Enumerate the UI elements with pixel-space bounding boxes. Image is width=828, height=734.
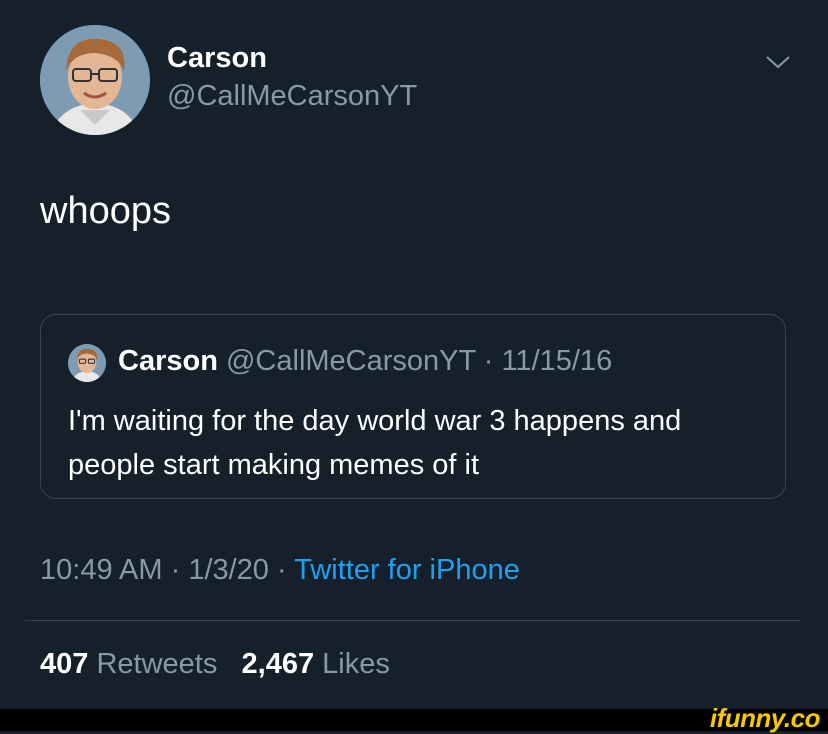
- tweet-time: 10:49 AM: [40, 554, 163, 586]
- chevron-down-icon[interactable]: [764, 52, 792, 72]
- author-name[interactable]: Carson: [167, 42, 267, 75]
- quoted-tweet-header: Carson @CallMeCarsonYT · 11/15/16: [118, 345, 612, 378]
- tweet-date: 1/3/20: [188, 554, 269, 586]
- meta-separator: ·: [162, 554, 189, 586]
- ifunny-watermark: ifunny.co: [709, 703, 821, 733]
- likes-count: 2,467: [241, 648, 315, 680]
- retweets-stat[interactable]: 407 Retweets: [40, 648, 217, 680]
- likes-stat[interactable]: 2,467 Likes: [242, 648, 390, 680]
- quoted-author-name: Carson: [118, 345, 218, 377]
- quoted-tweet-card[interactable]: Carson @CallMeCarsonYT · 11/15/16 I'm wa…: [40, 314, 786, 499]
- author-avatar[interactable]: [40, 25, 150, 135]
- likes-label: Likes: [322, 648, 390, 680]
- divider: [25, 620, 801, 621]
- retweets-count: 407: [40, 648, 89, 680]
- tweet-source-link[interactable]: Twitter for iPhone: [294, 554, 520, 586]
- avatar-image: [40, 25, 150, 135]
- meta-separator: ·: [268, 554, 295, 586]
- tweet-text: whoops: [40, 190, 171, 232]
- quoted-author-handle: @CallMeCarsonYT: [225, 345, 476, 377]
- tweet-stats: 407 Retweets 2,467 Likes: [40, 648, 390, 681]
- watermark-bar: ifunny.co: [0, 703, 828, 733]
- author-handle[interactable]: @CallMeCarsonYT: [167, 80, 417, 113]
- retweets-label: Retweets: [96, 648, 218, 680]
- quoted-tweet-date: · 11/15/16: [475, 345, 613, 377]
- quoted-tweet-text: I'm waiting for the day world war 3 happ…: [68, 405, 682, 481]
- tweet-meta: 10:49 AM · 1/3/20 · Twitter for iPhone: [40, 554, 520, 587]
- quoted-author-avatar: [68, 344, 106, 382]
